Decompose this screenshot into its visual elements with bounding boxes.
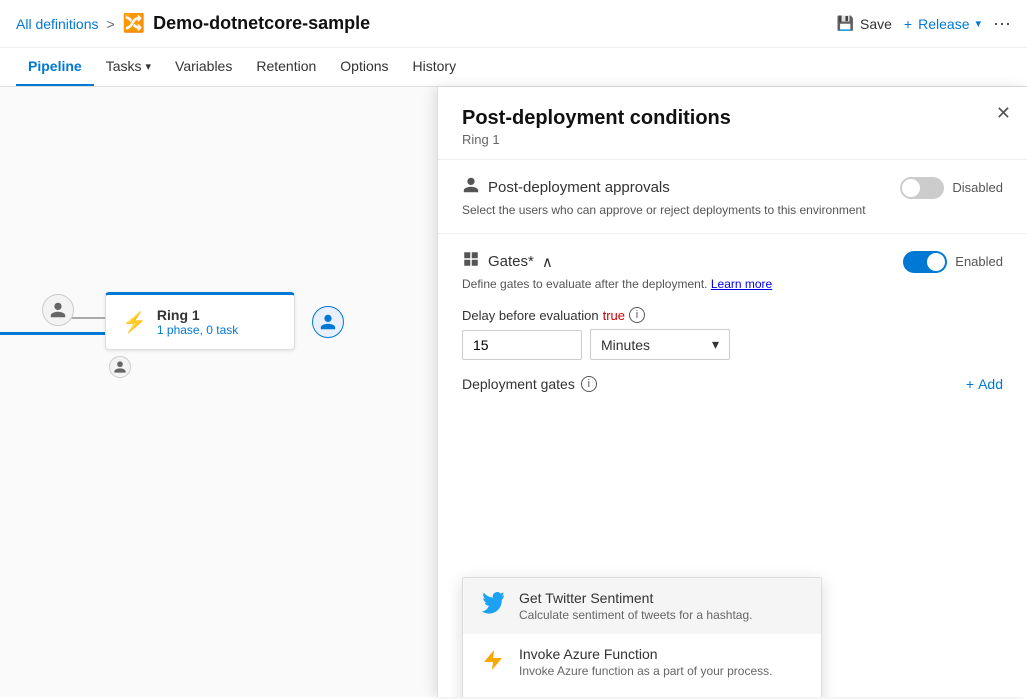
breadcrumb-link[interactable]: All definitions xyxy=(16,16,99,32)
delay-value-input[interactable] xyxy=(462,330,582,360)
deployment-gates-row: Deployment gates i + Add xyxy=(462,376,1003,392)
tab-history[interactable]: History xyxy=(401,48,469,86)
node-info: Ring 1 1 phase, 0 task xyxy=(157,307,238,337)
panel-overlay: ✕ Post-deployment conditions Ring 1 Post… xyxy=(437,87,1027,697)
top-bar-right: 💾 Save + Release ▾ ··· xyxy=(837,13,1011,34)
gates-header: Gates* ∧ Enabled xyxy=(462,250,1003,273)
azure-fn-title: Invoke Azure Function xyxy=(519,646,772,662)
approvals-toggle-label: Disabled xyxy=(952,180,1003,195)
approvals-toggle[interactable] xyxy=(900,177,944,199)
main-content: ⚡ Ring 1 1 phase, 0 task ✕ Pos xyxy=(0,87,1027,697)
gates-label: Gates* xyxy=(488,253,534,270)
approvals-toggle-thumb xyxy=(902,179,920,197)
delay-field-inputs: Minutes ▾ xyxy=(462,329,1003,360)
save-button[interactable]: 💾 Save xyxy=(837,15,892,32)
save-icon: 💾 xyxy=(837,15,854,32)
node-label: Ring 1 xyxy=(157,307,238,323)
top-bar-left: All definitions > 🔀 Demo-dotnetcore-samp… xyxy=(16,13,370,34)
delay-label: Delay before evaluation true i xyxy=(462,307,1003,323)
left-avatar xyxy=(42,294,74,326)
release-label: Release xyxy=(918,16,969,32)
gates-toggle-label: Enabled xyxy=(955,254,1003,269)
more-options-button[interactable]: ··· xyxy=(993,13,1011,34)
node-bottom-avatars xyxy=(105,356,295,378)
add-label: Add xyxy=(978,376,1003,392)
tasks-chevron-icon: ▾ xyxy=(145,60,151,73)
node-icon: ⚡ xyxy=(122,310,147,335)
top-bar: All definitions > 🔀 Demo-dotnetcore-samp… xyxy=(0,0,1027,48)
delay-required: true xyxy=(603,308,625,323)
dropdown-item-rest-api[interactable]: Invoke REST API Invoke REST API as a par… xyxy=(463,690,821,697)
azure-fn-icon-container xyxy=(479,646,507,674)
azure-fn-desc: Invoke Azure function as a part of your … xyxy=(519,664,772,678)
approvals-icon xyxy=(462,176,480,199)
delay-unit-label: Minutes xyxy=(601,337,650,353)
page-title: Demo-dotnetcore-sample xyxy=(153,13,370,34)
azure-fn-item-content: Invoke Azure Function Invoke Azure funct… xyxy=(519,646,772,678)
pipeline-node-card[interactable]: ⚡ Ring 1 1 phase, 0 task xyxy=(105,292,295,350)
tab-retention[interactable]: Retention xyxy=(244,48,328,86)
tab-tasks-label: Tasks xyxy=(106,58,142,74)
learn-more-link[interactable]: Learn more xyxy=(711,277,772,291)
add-icon: + xyxy=(966,376,974,392)
approvals-title: Post-deployment approvals xyxy=(462,176,670,199)
gates-title: Gates* ∧ xyxy=(462,250,553,273)
dropdown-item-azure-function[interactable]: Invoke Azure Function Invoke Azure funct… xyxy=(463,634,821,690)
panel-header: Post-deployment conditions Ring 1 xyxy=(438,87,1027,160)
right-avatar[interactable] xyxy=(312,306,344,338)
tab-options[interactable]: Options xyxy=(328,48,400,86)
approvals-label: Post-deployment approvals xyxy=(488,179,670,196)
tab-pipeline[interactable]: Pipeline xyxy=(16,48,94,86)
gates-icon xyxy=(462,250,480,273)
panel-title: Post-deployment conditions xyxy=(462,107,1003,130)
dropdown-menu: Get Twitter Sentiment Calculate sentimen… xyxy=(462,577,822,697)
save-label: Save xyxy=(860,16,892,32)
gates-toggle-thumb xyxy=(927,253,945,271)
deployment-gates-label: Deployment gates i xyxy=(462,376,597,392)
dropdown-item-twitter[interactable]: Get Twitter Sentiment Calculate sentimen… xyxy=(463,578,821,634)
delay-unit-select[interactable]: Minutes ▾ xyxy=(590,329,730,360)
release-button[interactable]: + Release ▾ xyxy=(904,16,981,32)
tab-tasks[interactable]: Tasks ▾ xyxy=(94,48,163,86)
twitter-title: Get Twitter Sentiment xyxy=(519,590,752,606)
delay-field-row: Delay before evaluation true i Minutes ▾ xyxy=(462,307,1003,360)
panel-close-button[interactable]: ✕ xyxy=(996,103,1011,124)
delay-unit-arrow: ▾ xyxy=(712,336,719,353)
panel-subtitle: Ring 1 xyxy=(462,132,1003,147)
gates-toggle-container: Enabled xyxy=(903,251,1003,273)
twitter-item-content: Get Twitter Sentiment Calculate sentimen… xyxy=(519,590,752,622)
breadcrumb-separator: > xyxy=(107,16,115,32)
deployment-gates-info-icon[interactable]: i xyxy=(581,376,597,392)
approvals-toggle-container: Disabled xyxy=(900,177,1003,199)
nav-tabs: Pipeline Tasks ▾ Variables Retention Opt… xyxy=(0,48,1027,87)
gates-chevron-icon[interactable]: ∧ xyxy=(542,253,553,271)
release-plus-icon: + xyxy=(904,16,912,32)
tab-variables[interactable]: Variables xyxy=(163,48,244,86)
gates-toggle[interactable] xyxy=(903,251,947,273)
bottom-avatar xyxy=(109,356,131,378)
twitter-icon-container xyxy=(479,590,507,618)
node-subtitle: 1 phase, 0 task xyxy=(157,323,238,337)
twitter-desc: Calculate sentiment of tweets for a hash… xyxy=(519,608,752,622)
approvals-desc: Select the users who can approve or reje… xyxy=(462,203,1003,217)
gates-section: Gates* ∧ Enabled Define gates to evaluat… xyxy=(438,234,1027,408)
gates-desc: Define gates to evaluate after the deplo… xyxy=(462,277,1003,291)
page-title-icon: 🔀 xyxy=(123,13,145,34)
delay-info-icon[interactable]: i xyxy=(629,307,645,323)
approvals-section: Post-deployment approvals Disabled Selec… xyxy=(438,160,1027,234)
release-chevron-icon: ▾ xyxy=(975,17,981,30)
approvals-section-header: Post-deployment approvals Disabled xyxy=(462,176,1003,199)
add-gate-button[interactable]: + Add xyxy=(966,376,1003,392)
